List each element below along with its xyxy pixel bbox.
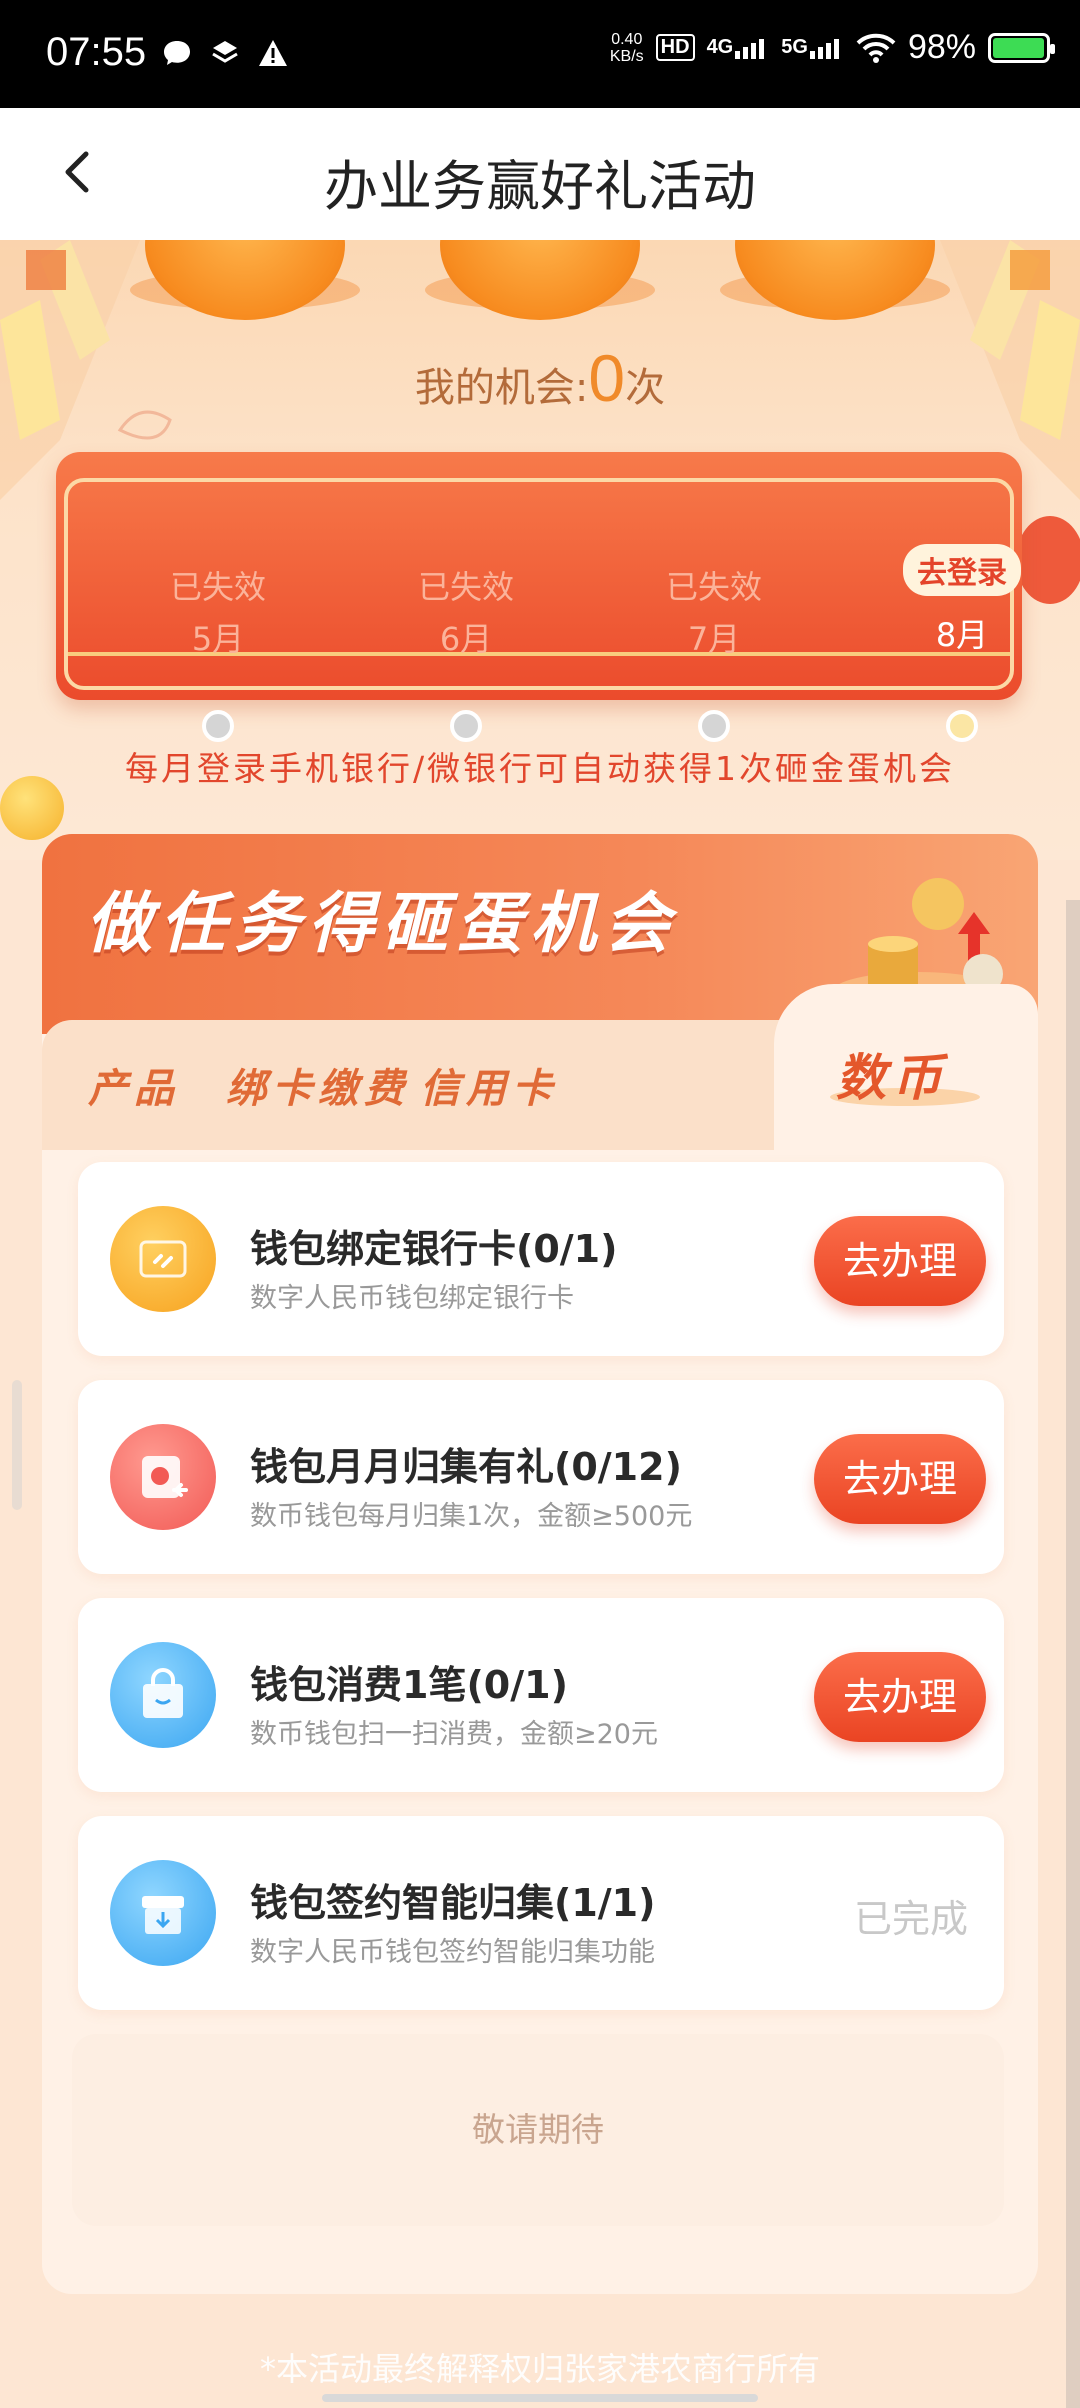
month-item-current: 去登录 8月 — [882, 544, 1042, 742]
task-subtitle: 数币钱包扫一扫消费，金额≥20元 — [250, 1719, 658, 1750]
month-item: 已失效 6月 — [386, 562, 546, 742]
signal-4g: 4G — [707, 36, 770, 59]
signal-icon — [735, 39, 765, 59]
status-time: 07:55 — [46, 30, 147, 74]
month-item: 已失效 5月 — [138, 562, 298, 742]
battery-fill — [993, 37, 1044, 58]
task-item: 钱包签约智能归集(1/1) 数字人民币钱包签约智能归集功能 已完成 — [78, 1816, 1004, 2010]
tab-digital-currency[interactable]: 数币 — [774, 984, 1038, 1150]
task-item: 钱包月月归集有礼(0/12) 数币钱包每月归集1次，金额≥500元 去办理 — [78, 1380, 1004, 1574]
monthly-collect-icon — [110, 1424, 216, 1530]
month-item: 已失效 7月 — [634, 562, 794, 742]
task-subtitle: 数字人民币钱包绑定银行卡 — [250, 1283, 574, 1314]
edge-handle[interactable] — [12, 1380, 22, 1510]
layers-icon — [208, 36, 242, 70]
my-chances: 我的机会:0次 — [414, 341, 666, 415]
net-speed: 0.40 KB/s — [609, 30, 644, 65]
month-label: 6月 — [439, 620, 493, 658]
archive-box-icon — [110, 1860, 216, 1966]
do-task-button[interactable]: 去办理 — [814, 1434, 986, 1524]
message-icon — [160, 36, 194, 70]
signal-icon — [809, 39, 839, 59]
status-bar: 07:55 0.40 KB/s HD 4G 5G 98% — [0, 0, 1080, 108]
task-subtitle: 数币钱包每月归集1次，金额≥500元 — [250, 1501, 693, 1532]
coin-icon — [0, 776, 64, 840]
task-tabs: 产品 绑卡缴费 信用卡 数币 — [42, 984, 1038, 1150]
tab-label: 数币 — [836, 1049, 948, 1107]
month-status: 已失效 — [169, 568, 266, 606]
bind-card-icon — [110, 1206, 216, 1312]
task-completed-label: 已完成 — [853, 1897, 968, 1941]
task-title: 钱包签约智能归集(1/1) — [250, 1881, 656, 1925]
task-item: 钱包消费1笔(0/1) 数币钱包扫一扫消费，金额≥20元 去办理 — [78, 1598, 1004, 1792]
task-title: 钱包消费1笔(0/1) — [250, 1663, 568, 1707]
warning-icon — [256, 36, 290, 70]
scrollbar[interactable] — [1066, 900, 1080, 2408]
month-label: 7月 — [687, 620, 741, 658]
status-right: 0.40 KB/s HD 4G 5G 98% — [609, 28, 1055, 67]
tab-card-binding[interactable]: 绑卡缴费 — [226, 1056, 410, 1114]
auto-chance-note: 每月登录手机银行/微银行可自动获得1次砸金蛋机会 — [124, 749, 956, 788]
month-label: 8月 — [935, 616, 989, 654]
signal-5g: 5G — [781, 36, 844, 59]
month-status: 已失效 — [417, 568, 514, 606]
task-title: 钱包绑定银行卡(0/1) — [250, 1227, 618, 1271]
wifi-icon — [856, 33, 896, 63]
month-dot — [698, 710, 730, 742]
month-status: 已失效 — [665, 568, 762, 606]
home-indicator[interactable] — [322, 2394, 758, 2402]
notification-icons — [160, 36, 290, 70]
month-dot — [450, 710, 482, 742]
do-task-button[interactable]: 去办理 — [814, 1216, 986, 1306]
shopping-bag-icon — [110, 1642, 216, 1748]
app-header: 办业务赢好礼活动 — [0, 108, 1080, 240]
chances-count: 0 — [588, 341, 626, 415]
footer-disclaimer: *本活动最终解释权归张家港农商行所有 — [259, 2350, 820, 2388]
battery-percent: 98% — [907, 28, 976, 66]
do-task-button[interactable]: 去办理 — [814, 1652, 986, 1742]
task-item: 钱包绑定银行卡(0/1) 数字人民币钱包绑定银行卡 去办理 — [78, 1162, 1004, 1356]
hd-badge: HD — [655, 34, 695, 61]
task-subtitle: 数字人民币钱包签约智能归集功能 — [250, 1937, 655, 1968]
task-panel-title: 做任务得砸蛋机会 — [86, 885, 678, 962]
month-dot — [946, 710, 978, 742]
tab-credit-card[interactable]: 信用卡 — [420, 1056, 558, 1114]
month-dot — [202, 710, 234, 742]
task-title: 钱包月月归集有礼(0/12) — [250, 1445, 682, 1489]
task-panel: 做任务得砸蛋机会 产品 绑卡缴费 信用卡 数币 钱包绑定银行卡(0/1) 数字人… — [42, 834, 1038, 2294]
month-label: 5月 — [191, 620, 245, 658]
go-login-button[interactable]: 去登录 — [903, 544, 1021, 596]
tab-product[interactable]: 产品 — [88, 1056, 180, 1114]
monthly-login-card: 已失效 5月 已失效 6月 已失效 7月 去登录 8月 — [56, 452, 1022, 742]
battery-icon — [988, 32, 1055, 63]
page-title: 办业务赢好礼活动 — [324, 155, 756, 218]
month-track: 已失效 5月 已失效 6月 已失效 7月 去登录 8月 — [64, 478, 1021, 742]
stay-tuned-placeholder: 敬请期待 — [72, 2034, 1004, 2226]
